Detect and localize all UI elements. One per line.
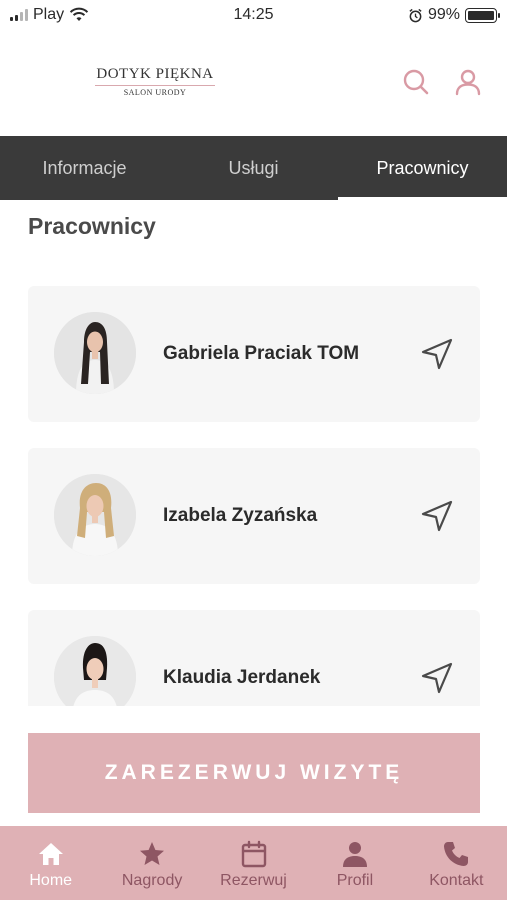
nav-item-nagrody[interactable]: Nagrody — [101, 826, 202, 900]
employee-name: Gabriela Praciak TOM — [163, 343, 360, 364]
employee-card[interactable]: Klaudia Jerdanek — [28, 610, 480, 706]
bottom-nav: Home Nagrody Rezerwuj Profil Kontakt — [0, 826, 507, 900]
wifi-icon — [70, 7, 89, 21]
phone-icon — [444, 842, 469, 866]
tab-informacje[interactable]: Informacje — [0, 136, 169, 200]
status-right: 99% — [408, 6, 500, 24]
navigation-arrow-icon[interactable] — [419, 336, 455, 372]
avatar — [54, 474, 136, 556]
page-title: Pracownicy — [28, 213, 156, 239]
status-bar: Play 14:25 99% — [0, 0, 507, 30]
logo-title: DOTYK PIĘKNA — [96, 66, 214, 82]
nav-item-kontakt[interactable]: Kontakt — [406, 826, 507, 900]
battery-percent: 99% — [427, 6, 460, 23]
tab-uslugi[interactable]: Usługi — [169, 136, 338, 200]
salon-logo: DOTYK PIĘKNA SALON URODY — [95, 66, 215, 97]
nav-item-home[interactable]: Home — [0, 826, 101, 900]
home-icon — [38, 843, 63, 865]
section-tabs: Informacje Usługi Pracownicy — [0, 136, 507, 200]
star-icon — [140, 842, 165, 865]
employee-list[interactable]: Gabriela Praciak TOM Izabela Zyzańska Kl… — [0, 260, 507, 706]
search-icon[interactable] — [402, 68, 430, 96]
user-icon[interactable] — [454, 68, 482, 96]
navigation-arrow-icon[interactable] — [419, 660, 455, 696]
calendar-icon — [241, 840, 266, 868]
signal-icon — [10, 9, 28, 21]
book-visit-button[interactable]: ZAREZERWUJ WIZYTĘ — [28, 733, 480, 813]
navigation-arrow-icon[interactable] — [419, 498, 455, 534]
logo-subtitle: SALON URODY — [123, 88, 187, 97]
employee-name: Klaudia Jerdanek — [163, 667, 321, 688]
nav-item-profil[interactable]: Profil — [304, 826, 405, 900]
battery-icon — [465, 7, 500, 23]
avatar — [54, 312, 136, 394]
nav-label-nagrody: Nagrody — [121, 872, 183, 889]
nav-label-rezerwuj: Rezerwuj — [220, 872, 287, 889]
alarm-icon — [409, 8, 422, 22]
employee-name: Izabela Zyzańska — [163, 505, 318, 526]
nav-label-home: Home — [29, 872, 73, 889]
status-left: Play — [10, 6, 89, 24]
avatar — [54, 636, 136, 706]
person-icon — [342, 842, 367, 867]
nav-item-rezerwuj[interactable]: Rezerwuj — [203, 826, 304, 900]
nav-label-kontakt: Kontakt — [429, 872, 484, 889]
tab-pracownicy[interactable]: Pracownicy — [338, 136, 507, 200]
carrier-label: Play — [33, 6, 65, 23]
app-header: DOTYK PIĘKNA SALON URODY — [0, 30, 507, 136]
employee-card[interactable]: Izabela Zyzańska — [28, 448, 480, 584]
nav-label-profil: Profil — [336, 872, 374, 889]
logo-divider — [95, 85, 215, 86]
employee-card[interactable]: Gabriela Praciak TOM — [28, 286, 480, 422]
